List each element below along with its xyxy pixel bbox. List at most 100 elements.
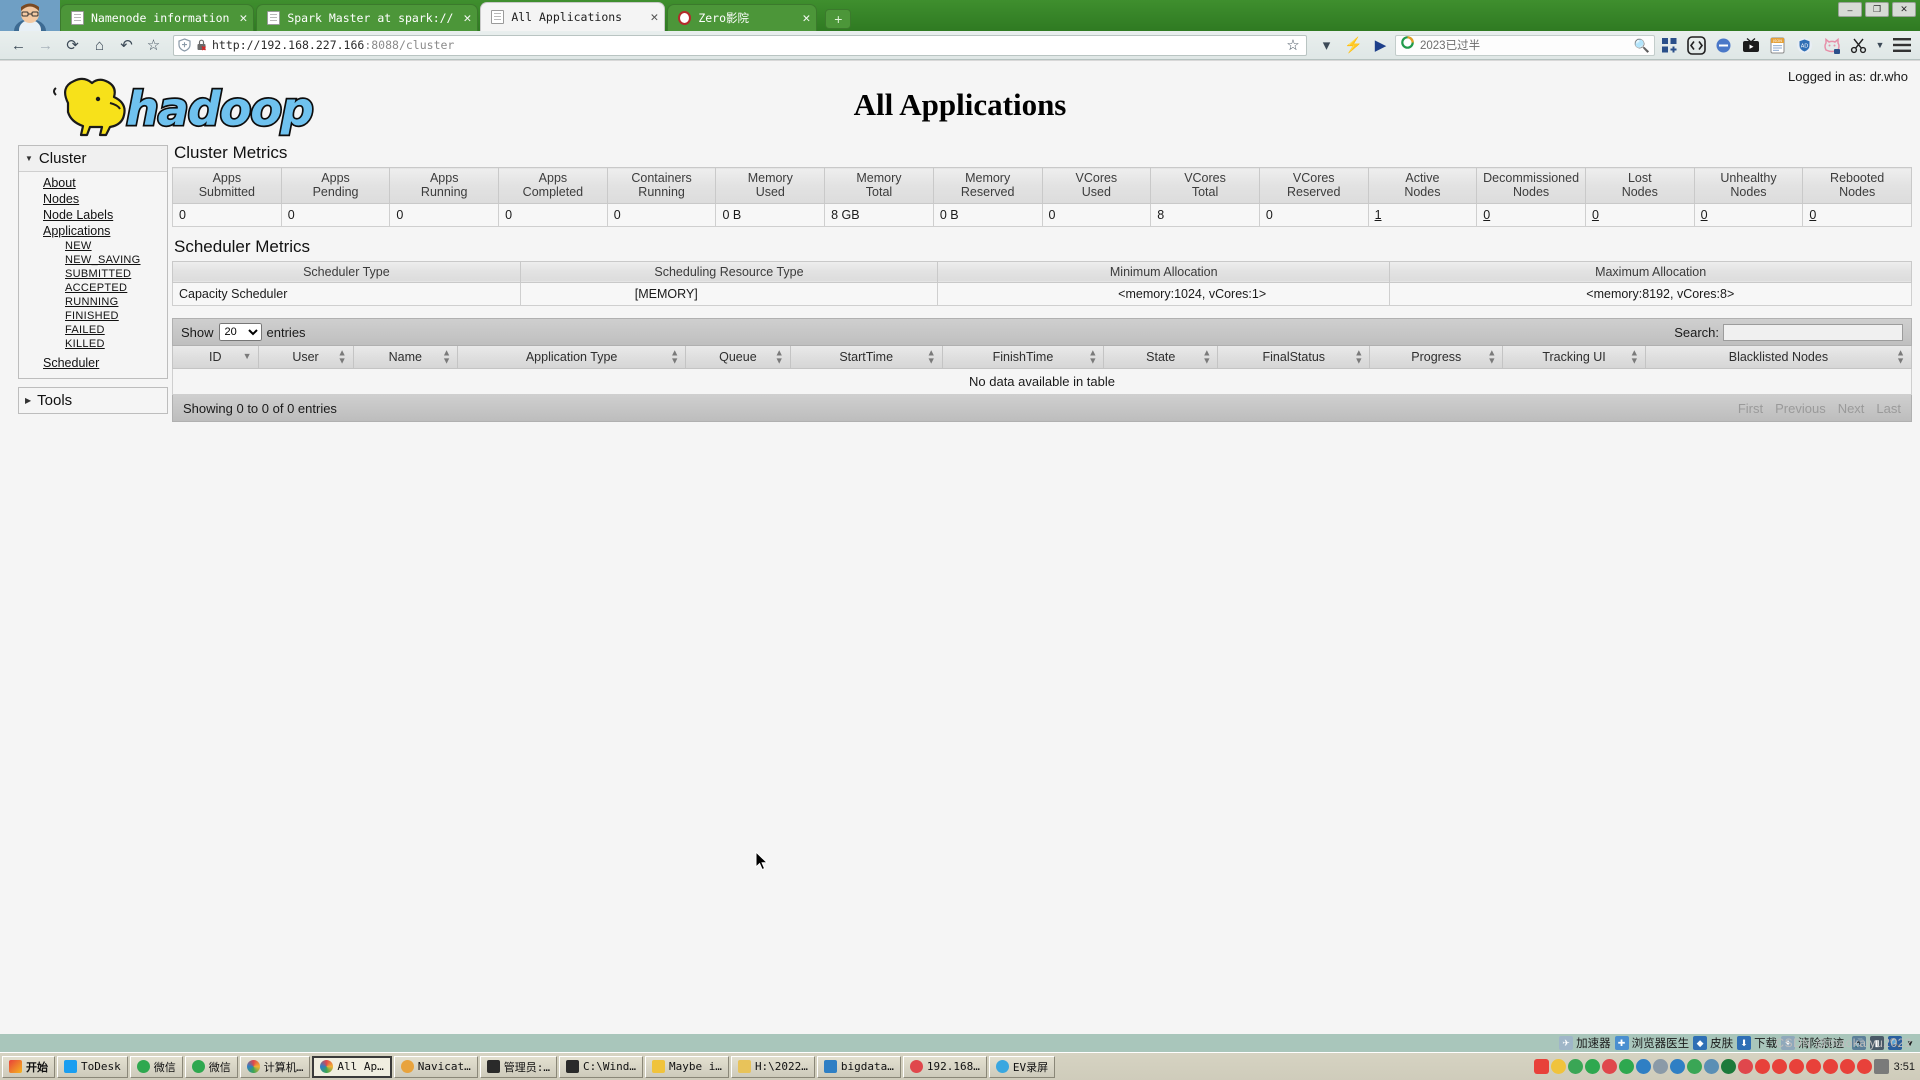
code-icon[interactable] bbox=[1684, 34, 1709, 57]
user-avatar[interactable] bbox=[0, 0, 60, 31]
taskbar-item-bigdata[interactable]: bigdata… bbox=[817, 1056, 901, 1078]
search-bar[interactable]: 2023已过半 🔍 bbox=[1395, 35, 1655, 56]
sidebar-tools-heading[interactable]: ▶ Tools bbox=[19, 388, 167, 413]
sidebar-item-node-labels[interactable]: Node Labels bbox=[19, 207, 167, 223]
lightning-icon[interactable]: ⚡ bbox=[1341, 34, 1366, 57]
tray-penguin-icon[interactable] bbox=[1755, 1059, 1770, 1074]
chevron-down-icon[interactable]: ▼ bbox=[1873, 34, 1887, 57]
tray-penguin-icon[interactable] bbox=[1840, 1059, 1855, 1074]
tray-penguin-icon[interactable] bbox=[1772, 1059, 1787, 1074]
active-nodes-link[interactable]: 1 bbox=[1375, 208, 1382, 222]
status-item-download[interactable]: ⬇ 下载 bbox=[1737, 1035, 1777, 1051]
sidebar-item-accepted[interactable]: ACCEPTED bbox=[19, 281, 167, 295]
sogou-icon[interactable] bbox=[1534, 1059, 1549, 1074]
th-progress[interactable]: Progress▲▼ bbox=[1370, 346, 1503, 369]
close-icon[interactable]: ✕ bbox=[463, 12, 471, 25]
apps-grid-icon[interactable] bbox=[1657, 34, 1682, 57]
undo-icon[interactable]: ↶ bbox=[114, 34, 139, 57]
unhealthy-nodes-link[interactable]: 0 bbox=[1701, 208, 1708, 222]
forward-icon[interactable]: → bbox=[33, 34, 58, 57]
sidebar-item-submitted[interactable]: SUBMITTED bbox=[19, 267, 167, 281]
sidebar-item-finished[interactable]: FINISHED bbox=[19, 309, 167, 323]
th-blacklisted-nodes[interactable]: Blacklisted Nodes▲▼ bbox=[1645, 346, 1911, 369]
tray-penguin-icon[interactable] bbox=[1806, 1059, 1821, 1074]
tray-penguin-icon[interactable] bbox=[1789, 1059, 1804, 1074]
lost-nodes-link[interactable]: 0 bbox=[1592, 208, 1599, 222]
th-queue[interactable]: Queue▲▼ bbox=[686, 346, 791, 369]
taskbar-item-ev-recorder[interactable]: EV录屏 bbox=[989, 1056, 1055, 1078]
close-icon[interactable]: ✕ bbox=[802, 12, 810, 25]
tray-app-icon[interactable] bbox=[1721, 1059, 1736, 1074]
search-control[interactable]: Search: bbox=[1674, 324, 1903, 341]
browser-tab-2[interactable]: All Applications ✕ bbox=[480, 2, 665, 31]
sidebar-cluster-heading[interactable]: ▼ Cluster bbox=[19, 146, 167, 172]
th-starttime[interactable]: StartTime▲▼ bbox=[790, 346, 942, 369]
tray-app-icon[interactable] bbox=[1568, 1059, 1583, 1074]
pagination-last[interactable]: Last bbox=[1876, 401, 1901, 416]
url-star-icon[interactable]: ☆ bbox=[1284, 34, 1302, 57]
video-icon[interactable] bbox=[1738, 34, 1763, 57]
taskbar-item-cmd[interactable]: C:\Wind… bbox=[559, 1056, 643, 1078]
cat-icon[interactable] bbox=[1819, 34, 1844, 57]
json-icon[interactable]: JSON bbox=[1765, 34, 1790, 57]
pagination-next[interactable]: Next bbox=[1838, 401, 1865, 416]
browser-tab-0[interactable]: Namenode information ✕ bbox=[60, 4, 254, 31]
sidebar-item-new-saving[interactable]: NEW_SAVING bbox=[19, 253, 167, 267]
status-item-browser-doctor[interactable]: ✚ 浏览器医生 bbox=[1615, 1035, 1690, 1051]
th-finalstatus[interactable]: FinalStatus▲▼ bbox=[1218, 346, 1370, 369]
taskbar-item-computer[interactable]: 计算机… bbox=[240, 1056, 311, 1078]
close-window-button[interactable]: ✕ bbox=[1892, 2, 1916, 17]
minimize-button[interactable]: – bbox=[1838, 2, 1862, 17]
home-icon[interactable]: ⌂ bbox=[87, 34, 112, 57]
new-tab-button[interactable]: + bbox=[825, 9, 851, 29]
taskbar-item-192-168[interactable]: 192.168… bbox=[903, 1056, 987, 1078]
close-icon[interactable]: ✕ bbox=[239, 12, 247, 25]
back-icon[interactable]: ← bbox=[6, 34, 31, 57]
th-user[interactable]: User▲▼ bbox=[258, 346, 353, 369]
clock[interactable]: 3:51 bbox=[1891, 1061, 1915, 1073]
tray-app-icon[interactable] bbox=[1619, 1059, 1634, 1074]
url-dropdown-icon[interactable]: ▾ bbox=[1314, 34, 1339, 57]
sidebar-item-about[interactable]: About bbox=[19, 175, 167, 191]
play-icon[interactable]: ▶ bbox=[1368, 34, 1393, 57]
applications-search-input[interactable] bbox=[1723, 324, 1903, 341]
menu-icon[interactable] bbox=[1889, 34, 1914, 57]
sidebar-item-killed[interactable]: KILLED bbox=[19, 337, 167, 351]
decommissioned-nodes-link[interactable]: 0 bbox=[1483, 208, 1490, 222]
status-item-skin[interactable]: ◆ 皮肤 bbox=[1693, 1035, 1733, 1051]
address-bar[interactable]: http://192.168.227.166:8088/cluster ☆ bbox=[173, 35, 1307, 56]
pagination-previous[interactable]: Previous bbox=[1775, 401, 1826, 416]
search-input[interactable]: 2023已过半 bbox=[1420, 37, 1629, 53]
taskbar-item-all-applications[interactable]: All Ap… bbox=[312, 1056, 391, 1078]
page-length-control[interactable]: Show 2050100 entries bbox=[181, 323, 306, 341]
th-tracking-ui[interactable]: Tracking UI▲▼ bbox=[1503, 346, 1646, 369]
th-id[interactable]: ID▼ bbox=[173, 346, 259, 369]
tray-mute-icon[interactable] bbox=[1738, 1059, 1753, 1074]
taskbar-item-todesk[interactable]: ToDesk bbox=[57, 1056, 128, 1078]
th-state[interactable]: State▲▼ bbox=[1104, 346, 1218, 369]
taskbar-item-admin-console[interactable]: 管理员:… bbox=[480, 1056, 557, 1078]
tray-monitor-icon[interactable] bbox=[1874, 1059, 1889, 1074]
tray-shield-icon[interactable] bbox=[1636, 1059, 1651, 1074]
status-item-clear-traces[interactable]: ✦ 清除痕迹 bbox=[1781, 1035, 1844, 1051]
rebooted-nodes-link[interactable]: 0 bbox=[1809, 208, 1816, 222]
maximize-button[interactable]: ❐ bbox=[1865, 2, 1889, 17]
volume-icon[interactable]: 🔊 bbox=[1852, 1036, 1866, 1050]
taskbar-item-maybe[interactable]: Maybe i… bbox=[645, 1056, 729, 1078]
search-icon[interactable]: 🔍 bbox=[1634, 34, 1650, 57]
tray-app-icon[interactable] bbox=[1602, 1059, 1617, 1074]
search-icon[interactable]: 🔍 bbox=[1888, 1036, 1902, 1050]
tray-app-icon[interactable] bbox=[1670, 1059, 1685, 1074]
taskbar-item-navicat[interactable]: Navicat… bbox=[394, 1056, 478, 1078]
tray-penguin-icon[interactable] bbox=[1857, 1059, 1872, 1074]
tray-app-icon[interactable] bbox=[1551, 1059, 1566, 1074]
shield-ad-icon[interactable]: AD bbox=[1792, 34, 1817, 57]
sidebar-item-running[interactable]: RUNNING bbox=[19, 295, 167, 309]
th-finishtime[interactable]: FinishTime▲▼ bbox=[942, 346, 1104, 369]
sidebar-item-scheduler[interactable]: Scheduler bbox=[19, 355, 167, 371]
tray-app-icon[interactable] bbox=[1687, 1059, 1702, 1074]
reload-icon[interactable]: ⟳ bbox=[60, 34, 85, 57]
taskbar-item-folder-h2022[interactable]: H:\2022… bbox=[731, 1056, 815, 1078]
browser-tab-1[interactable]: Spark Master at spark:// ✕ bbox=[256, 4, 478, 31]
tray-penguin-icon[interactable] bbox=[1823, 1059, 1838, 1074]
